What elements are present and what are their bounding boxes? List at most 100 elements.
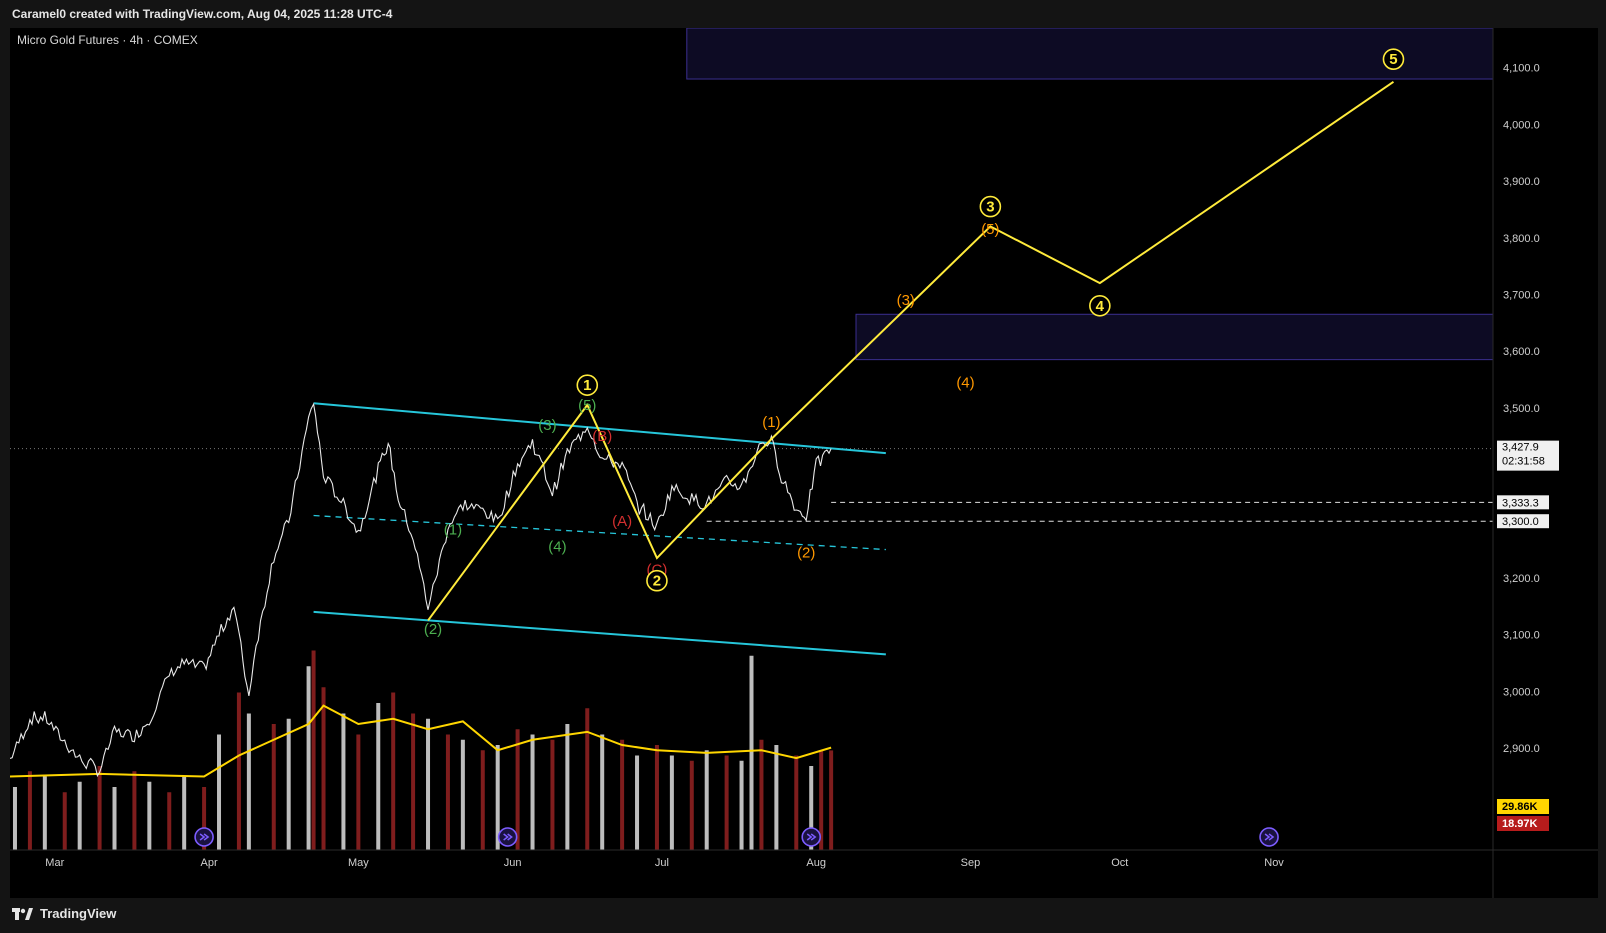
volume-bar (445, 734, 450, 850)
chart-panel[interactable]: (1) (2) (3) (4) (5) (A) (B) (C) (1) (2) (3) (4) (5) 1… (10, 28, 1598, 898)
channel-line-2 (313, 610, 886, 656)
volume-bar (236, 692, 241, 850)
primary-wave-label: 5 (1389, 51, 1397, 68)
time-tick-label: Apr (200, 857, 217, 869)
minor-wave-label: (3) (538, 417, 556, 434)
price-tick-label: 3,000.0 (1503, 686, 1540, 698)
symbol-title: Micro Gold Futures · 4h · COMEX (17, 33, 198, 47)
volume-value: 18.97K (1502, 818, 1538, 830)
volume-bar (550, 739, 555, 850)
countdown-label: 02:31:58 (1502, 456, 1545, 468)
volume-bar (391, 692, 396, 850)
time-tick-label: Jun (504, 857, 522, 869)
volume-bar (271, 724, 276, 850)
minor-wave-label: (A) (612, 513, 632, 530)
price-tick-label: 3,900.0 (1503, 176, 1540, 188)
price-tick-label: 4,100.0 (1503, 63, 1540, 75)
volume-bar (635, 755, 640, 850)
time-axis: Mar Apr May Jun Jul Aug Sep Oct Nov (45, 857, 1284, 869)
volume-bar (689, 760, 694, 850)
volume-bar (530, 734, 535, 850)
time-tick-label: Sep (961, 857, 981, 869)
minor-wave-label: (5) (578, 397, 596, 414)
volume-bar (77, 781, 82, 850)
time-tick-label: Aug (806, 857, 826, 869)
volume-bar (411, 713, 416, 850)
price-series-group (10, 402, 832, 778)
minor-wave-label: (2) (424, 621, 442, 638)
time-tick-label: Jul (655, 857, 669, 869)
volume-bar (167, 792, 172, 850)
volume-bar (27, 771, 32, 850)
volume-bar (132, 771, 137, 850)
time-tick-label: Oct (1111, 857, 1128, 869)
volume-badge: 18.97K (1497, 816, 1549, 831)
volume-bar (147, 781, 152, 850)
volume-bar (341, 713, 346, 850)
volume-bar (112, 787, 117, 850)
volume-bar (585, 708, 590, 850)
volume-bar (669, 755, 674, 850)
price-tick-label: 3,600.0 (1503, 346, 1540, 358)
time-tick-label: May (348, 857, 369, 869)
volume-bar (182, 776, 187, 850)
time-tick-label: Mar (45, 857, 64, 869)
volume-bars (12, 650, 834, 850)
current-price-label: 3,427.9 (1502, 442, 1539, 454)
price-tick-label: 3,200.0 (1503, 573, 1540, 585)
volume-bar (600, 734, 605, 850)
target-zone-1 (855, 313, 1494, 361)
price-tick-label: 3,700.0 (1503, 289, 1540, 301)
volume-bar (306, 666, 311, 850)
volume-bar (12, 787, 17, 850)
level-badge-a: 3,333.3 (1497, 495, 1549, 510)
volume-bar (749, 655, 754, 850)
volume-bar (356, 734, 361, 850)
price-tick-label: 3,800.0 (1503, 233, 1540, 245)
price-tick-label: 4,000.0 (1503, 119, 1540, 131)
minor-wave-label: (1) (444, 522, 462, 539)
minor-wave-label: (3) (897, 292, 915, 309)
tradingview-logo-icon (12, 907, 33, 920)
level-badge-b: 3,300.0 (1497, 514, 1549, 529)
volume-bar (620, 739, 625, 850)
volume-bar (480, 750, 485, 850)
footer-brand-text: TradingView (40, 906, 117, 921)
volume-bar (774, 745, 779, 850)
volume-bar (62, 792, 67, 850)
minor-wave-label: (5) (981, 221, 999, 238)
volume-bar (515, 729, 520, 850)
current-price-badge: 3,427.9 02:31:58 (1497, 440, 1559, 471)
volume-bar (97, 766, 102, 850)
volume-ma-value: 29.86K (1502, 801, 1538, 813)
volume-bar (759, 739, 764, 850)
level-a-label: 3,333.3 (1502, 497, 1539, 509)
price-tick-label: 3,500.0 (1503, 403, 1540, 415)
primary-wave-label: 3 (986, 199, 994, 216)
minor-wave-label: (4) (956, 374, 974, 391)
target-zone-2 (686, 28, 1494, 80)
primary-wave-label: 1 (583, 377, 591, 394)
volume-bar (321, 687, 326, 850)
volume-bar (654, 745, 659, 850)
primary-wave-label: 4 (1096, 298, 1105, 315)
level-b-label: 3,300.0 (1502, 516, 1539, 528)
volume-bar (565, 724, 570, 850)
minor-wave-label: (1) (762, 414, 780, 431)
volume-bar (286, 718, 291, 850)
volume-bar (460, 739, 465, 850)
volume-bar (794, 755, 799, 850)
tradingview-snapshot: Caramel0 created with TradingView.com, A… (0, 0, 1606, 933)
volume-bar (829, 750, 834, 850)
volume-bar (246, 713, 251, 850)
price-chart[interactable]: (1)(2)(3)(4)(5)(A)(B)(C)(1)(2)(3)(4)(5)1… (10, 28, 1598, 898)
price-series-line (10, 402, 832, 778)
attribution-text: Caramel0 created with TradingView.com, A… (12, 7, 393, 21)
volume-bar (739, 760, 744, 850)
price-tick-label: 2,900.0 (1503, 743, 1540, 755)
volume-bar (217, 734, 222, 850)
minor-wave-label: (4) (548, 539, 566, 556)
tradingview-logo[interactable]: TradingView (12, 906, 116, 921)
volume-bar (42, 776, 47, 850)
minor-wave-label: (2) (797, 544, 815, 561)
